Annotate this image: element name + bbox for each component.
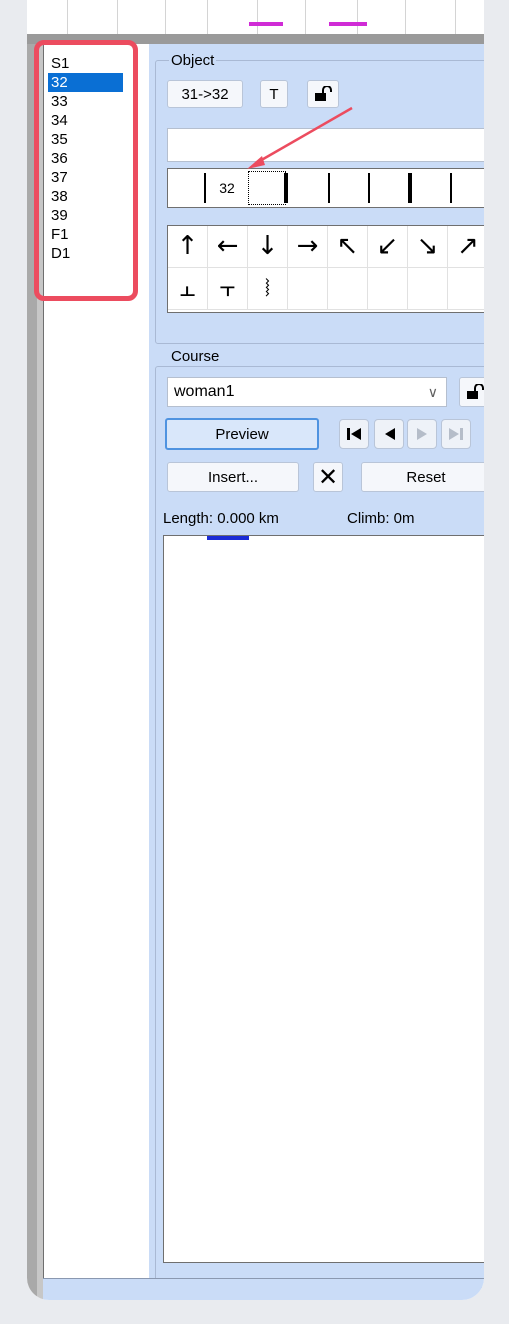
annotation-arrow bbox=[247, 106, 353, 169]
